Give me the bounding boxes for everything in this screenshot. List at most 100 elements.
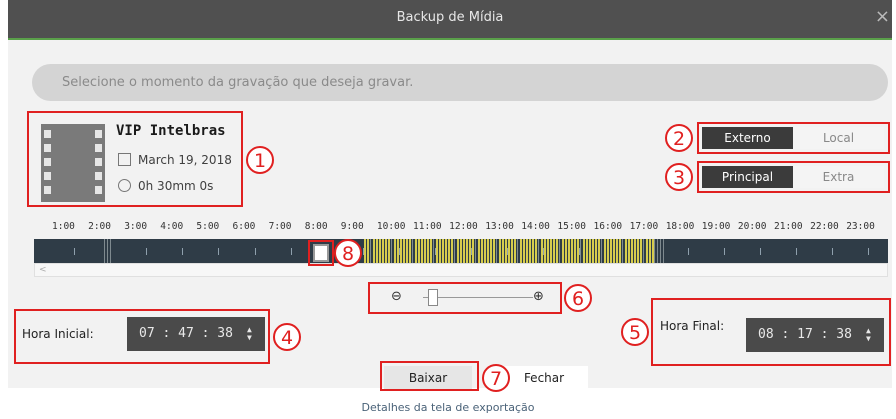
recording-segment xyxy=(538,239,539,263)
title-bar: Backup de Mídia × xyxy=(8,0,892,40)
callout-number-5: 5 xyxy=(621,318,649,346)
timeline-hour-label: 11:00 xyxy=(413,221,442,232)
recording-segment xyxy=(520,239,522,263)
recording-segment xyxy=(571,239,573,263)
recording-segment xyxy=(610,239,612,263)
recording-segment xyxy=(454,239,455,263)
recording-segment xyxy=(640,239,642,263)
timeline-hour-label: 7:00 xyxy=(268,221,292,232)
recording-segment xyxy=(559,239,560,263)
callout-number-4: 4 xyxy=(273,323,301,351)
timeline-hour-label: 15:00 xyxy=(557,221,586,232)
recording-segment xyxy=(511,239,513,263)
timeline-hour-label: 5:00 xyxy=(196,221,220,232)
recording-segment xyxy=(104,239,105,263)
recording-segment xyxy=(433,239,434,263)
timeline-hour-label: 20:00 xyxy=(737,221,767,232)
timeline-hour-label: 10:00 xyxy=(376,221,406,232)
timeline-tick xyxy=(796,248,797,255)
callout-box-2 xyxy=(697,122,890,154)
recording-segment xyxy=(415,239,417,263)
recording-segment xyxy=(654,239,655,263)
timeline-hour-label: 6:00 xyxy=(232,221,256,232)
recording-segment xyxy=(604,239,606,263)
recording-segment xyxy=(601,239,602,263)
recording-segment xyxy=(442,239,444,263)
timeline-tick xyxy=(182,248,184,255)
recording-segment xyxy=(547,239,549,263)
callout-box-1 xyxy=(27,111,243,207)
recording-segment xyxy=(451,239,453,263)
instruction-bar: Selecione o momento da gravação que dese… xyxy=(32,64,888,101)
window-title: Backup de Mídia xyxy=(396,10,504,25)
callout-box-3 xyxy=(697,161,890,193)
timeline-hour-label: 17:00 xyxy=(629,221,659,232)
timeline-hour-label: 3:00 xyxy=(124,221,148,232)
recording-segment xyxy=(529,239,531,263)
recording-segment xyxy=(631,239,633,263)
recording-segment xyxy=(481,239,483,263)
recording-segment xyxy=(589,239,591,263)
recording-segment xyxy=(388,239,390,263)
recording-segment xyxy=(660,239,661,263)
recording-segment xyxy=(663,239,664,263)
callout-box-7 xyxy=(380,361,479,391)
recording-segment xyxy=(394,239,396,263)
recording-segment xyxy=(469,239,471,263)
recording-segment xyxy=(496,239,497,263)
timeline-hour-label: 16:00 xyxy=(593,221,623,232)
timeline-tick xyxy=(687,248,689,255)
recording-segment xyxy=(487,239,489,263)
recording-segment xyxy=(107,239,108,263)
recording-segment xyxy=(406,239,408,263)
recording-segment xyxy=(397,239,399,263)
recording-segment xyxy=(466,239,468,263)
recording-segment xyxy=(391,239,392,263)
timeline-hour-label: 22:00 xyxy=(810,221,839,232)
recording-segment xyxy=(532,239,534,263)
recording-segment xyxy=(634,239,636,263)
scroll-left-icon[interactable]: < xyxy=(35,265,47,275)
timeline-track[interactable] xyxy=(34,239,888,263)
recording-segment xyxy=(110,239,111,263)
callout-number-2: 2 xyxy=(665,124,693,152)
timeline-hour-label: 13:00 xyxy=(485,221,514,232)
timeline-hour-label: 14:00 xyxy=(521,221,550,232)
recording-segment xyxy=(457,239,459,263)
recording-segment xyxy=(385,239,387,263)
recording-segment xyxy=(508,239,510,263)
recording-segment xyxy=(649,239,651,263)
recording-segment xyxy=(436,239,438,263)
recording-segment xyxy=(523,239,525,263)
callout-number-1: 1 xyxy=(246,146,274,174)
recording-segment xyxy=(472,239,474,263)
timeline-hour-label: 23:00 xyxy=(846,221,875,232)
recording-segment xyxy=(400,239,402,263)
recording-segment xyxy=(574,239,576,263)
callout-number-7: 7 xyxy=(482,364,510,392)
recording-segment xyxy=(535,239,537,263)
recording-segment xyxy=(364,239,366,263)
recording-segment xyxy=(412,239,413,263)
recording-segment xyxy=(421,239,423,263)
close-button[interactable]: Fechar xyxy=(500,366,588,390)
recording-segment xyxy=(490,239,492,263)
timeline-hour-label: 19:00 xyxy=(701,221,731,232)
recording-segment xyxy=(577,239,579,263)
recording-segment xyxy=(580,239,581,263)
recording-segment xyxy=(493,239,495,263)
recording-segment xyxy=(619,239,621,263)
recording-segment xyxy=(517,239,518,263)
recording-segment xyxy=(439,239,441,263)
recording-segment xyxy=(445,239,447,263)
timeline-tick xyxy=(723,248,725,255)
recording-segment xyxy=(616,239,618,263)
recording-segment xyxy=(586,239,588,263)
recording-segment xyxy=(553,239,555,263)
recording-segment xyxy=(370,239,371,263)
recording-segment xyxy=(568,239,570,263)
recording-segment xyxy=(628,239,630,263)
recording-segment xyxy=(657,239,658,263)
timeline-scrollbar[interactable]: < xyxy=(34,263,888,277)
close-icon[interactable]: × xyxy=(875,6,890,27)
